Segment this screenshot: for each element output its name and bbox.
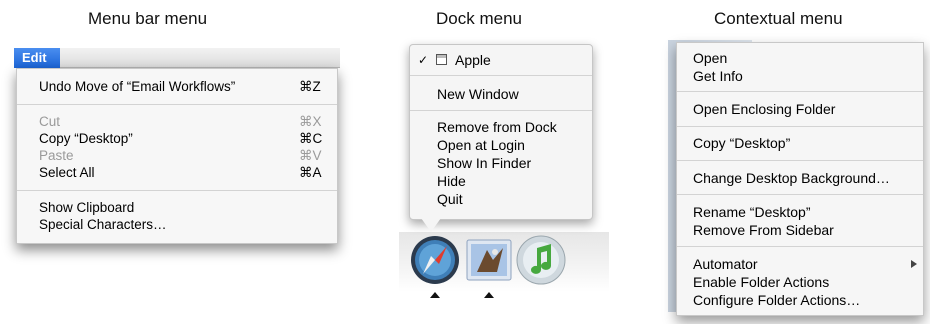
menu-item-shortcut: ⌘V (299, 148, 322, 163)
ctx-item-copy-desktop[interactable]: Copy “Desktop” (677, 134, 923, 152)
ctx-item-label: Enable Folder Actions (693, 274, 830, 290)
menu-item-label: Special Characters… (39, 217, 167, 232)
menu-item-label: Paste (39, 148, 74, 163)
submenu-arrow-icon (911, 260, 917, 268)
ctx-item-label: Open (693, 50, 728, 66)
ctx-item-rename-desktop[interactable]: Rename “Desktop” (677, 203, 923, 221)
ctx-item-get-info[interactable]: Get Info (677, 67, 923, 85)
menu-item-label: Undo Move of “Email Workflows” (39, 79, 236, 94)
menu-item-special-characters[interactable]: Special Characters… (17, 216, 337, 233)
menu-bar (14, 48, 340, 68)
menu-separator (677, 91, 923, 92)
ctx-item-open[interactable]: Open (677, 49, 923, 67)
dock-item-new-window[interactable]: New Window (410, 85, 592, 103)
ctx-item-change-desktop-background[interactable]: Change Desktop Background… (677, 169, 923, 187)
ctx-item-label: Get Info (693, 68, 743, 84)
dock-item-label: Apple (455, 52, 491, 68)
menu-separator (410, 110, 592, 111)
menu-item-cut[interactable]: Cut ⌘X (17, 113, 337, 130)
dock-item-show-in-finder[interactable]: Show In Finder (410, 154, 592, 172)
menu-separator (17, 104, 337, 105)
dock-item-label: Remove from Dock (437, 119, 557, 135)
ctx-item-label: Change Desktop Background… (693, 170, 890, 186)
dock-menu-panel: ✓ Apple New Window Remove from Dock Open… (399, 44, 609, 324)
menu-separator (410, 75, 592, 76)
checkmark-icon: ✓ (418, 53, 429, 67)
menu-item-shortcut: ⌘Z (299, 79, 321, 94)
ctx-item-configure-folder-actions[interactable]: Configure Folder Actions… (677, 291, 923, 309)
dock-item-label: Quit (437, 191, 463, 207)
ctx-item-label: Rename “Desktop” (693, 204, 811, 220)
menu-item-label: Show Clipboard (39, 200, 135, 215)
menu-item-shortcut: ⌘C (299, 131, 323, 146)
menu-item-paste[interactable]: Paste ⌘V (17, 147, 337, 164)
window-icon (436, 54, 447, 65)
menu-item-shortcut: ⌘X (299, 114, 322, 129)
itunes-icon[interactable] (515, 234, 567, 286)
ctx-item-label: Remove From Sidebar (693, 222, 834, 238)
dock-menu-pointer (421, 218, 441, 232)
dock-item-label: Open at Login (437, 137, 525, 153)
dock-item-label: New Window (437, 86, 519, 102)
menu-item-shortcut: ⌘A (299, 165, 322, 180)
menu-separator (677, 246, 923, 247)
menu-item-label: Copy “Desktop” (39, 131, 133, 146)
ctx-item-automator[interactable]: Automator (677, 255, 923, 273)
ctx-item-label: Configure Folder Actions… (693, 292, 861, 308)
menu-separator (677, 126, 923, 127)
menu-item-copy[interactable]: Copy “Desktop” ⌘C (17, 130, 337, 147)
contextual-menu-caption: Contextual menu (714, 9, 843, 28)
dock-item-label: Hide (437, 173, 466, 189)
ctx-item-label: Copy “Desktop” (693, 135, 791, 151)
contextual-menu-panel: Open Get Info Open Enclosing Folder Copy… (668, 40, 930, 324)
menu-item-undo[interactable]: Undo Move of “Email Workflows” ⌘Z (17, 78, 337, 95)
ctx-item-label: Automator (693, 256, 758, 272)
edit-menu-title[interactable]: Edit (14, 48, 60, 68)
menu-item-select-all[interactable]: Select All ⌘A (17, 164, 337, 181)
menu-separator (17, 190, 337, 191)
dock-item-hide[interactable]: Hide (410, 172, 592, 190)
menubar-menu-panel: Edit Undo Move of “Email Workflows” ⌘Z C… (14, 48, 340, 248)
dock-item-label: Show In Finder (437, 155, 532, 171)
ctx-item-open-enclosing-folder[interactable]: Open Enclosing Folder (677, 100, 923, 118)
menu-item-label: Select All (39, 165, 95, 180)
contextual-menu: Open Get Info Open Enclosing Folder Copy… (676, 42, 924, 316)
running-indicator-icon (430, 292, 440, 298)
ctx-item-remove-from-sidebar[interactable]: Remove From Sidebar (677, 221, 923, 239)
dock-item-apple-window[interactable]: ✓ Apple (410, 51, 592, 69)
running-indicator-icon (484, 292, 494, 298)
dock-menu: ✓ Apple New Window Remove from Dock Open… (409, 44, 593, 220)
safari-icon[interactable] (409, 234, 461, 286)
dock-menu-caption: Dock menu (436, 9, 522, 28)
ctx-item-enable-folder-actions[interactable]: Enable Folder Actions (677, 273, 923, 291)
dock-item-remove-from-dock[interactable]: Remove from Dock (410, 118, 592, 136)
mail-icon[interactable] (463, 234, 515, 286)
dock-item-quit[interactable]: Quit (410, 190, 592, 208)
menu-item-label: Cut (39, 114, 61, 129)
ctx-item-label: Open Enclosing Folder (693, 101, 836, 117)
menu-separator (677, 160, 923, 161)
menu-separator (677, 194, 923, 195)
menu-item-show-clipboard[interactable]: Show Clipboard (17, 199, 337, 216)
dock-item-open-at-login[interactable]: Open at Login (410, 136, 592, 154)
edit-menu: Undo Move of “Email Workflows” ⌘Z Cut ⌘X… (16, 68, 338, 244)
menubar-menu-caption: Menu bar menu (88, 9, 208, 28)
